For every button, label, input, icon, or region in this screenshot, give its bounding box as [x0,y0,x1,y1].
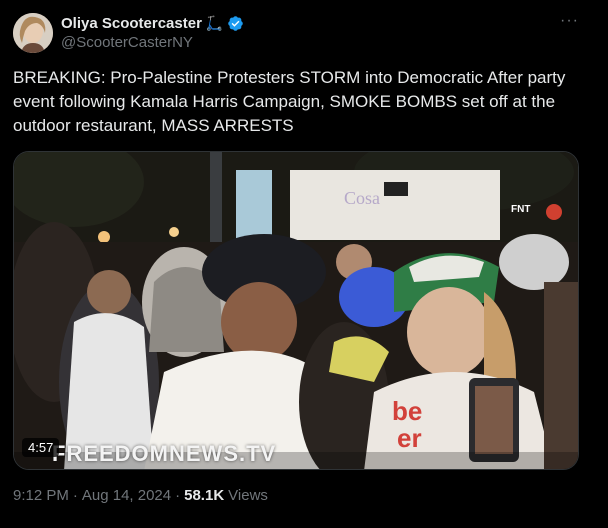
svg-text:be: be [392,396,422,426]
tweet-text: BREAKING: Pro-Palestine Protesters STORM… [13,68,566,135]
meta-separator: · [72,487,78,504]
avatar[interactable] [13,13,53,53]
author-display-name[interactable]: Oliya Scootercaster [61,15,202,32]
video-duration: 4:57 [22,438,60,457]
views-label: Views [228,487,268,504]
verified-badge-icon [228,15,244,31]
tweet-time[interactable]: 9:12 PM [13,487,69,504]
video-badge: FNT [511,204,531,215]
more-options-icon[interactable]: ··· [560,12,579,30]
tweet-card: Oliya Scootercaster 🛴 @ScooterCasterNY ·… [0,0,608,528]
avatar-image [13,13,53,53]
author-name-row[interactable]: Oliya Scootercaster 🛴 [61,13,244,33]
tweet-date[interactable]: Aug 14, 2024 [82,487,171,504]
svg-text:er: er [397,423,422,453]
views-count: 58.1K [184,487,225,504]
video-media[interactable]: Cosa be er FNT FREEDOMNEWS.TV 4:57 [13,151,579,470]
video-frame: Cosa be er [14,152,578,469]
scooter-emoji-icon: 🛴 [205,14,224,31]
video-watermark: FREEDOMNEWS.TV [52,441,277,466]
meta-separator-2: · [175,487,181,504]
svg-text:Cosa: Cosa [344,188,380,208]
author-handle[interactable]: @ScooterCasterNY [61,34,193,51]
tweet-meta: 9:12 PM · Aug 14, 2024 · 58.1K Views [13,487,268,504]
